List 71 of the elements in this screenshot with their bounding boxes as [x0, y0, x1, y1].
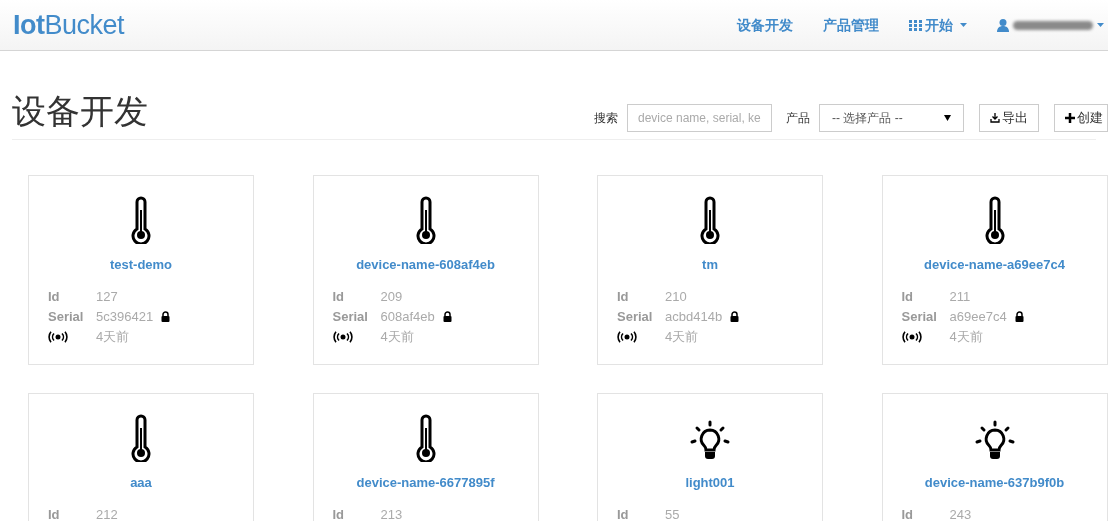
field-label: Id: [332, 287, 346, 306]
last-seen-text: 4天前: [96, 327, 130, 346]
device-name-link[interactable]: test-demo: [109, 255, 173, 275]
field-value: 608af4eb: [380, 307, 435, 326]
device-name-link[interactable]: tm: [702, 255, 718, 275]
create-button[interactable]: 创建: [1054, 104, 1108, 132]
device-name-link[interactable]: aaa: [130, 473, 152, 493]
lightbulb-icon: [974, 420, 1015, 462]
field-label: Id: [48, 287, 61, 306]
signal-icon: [332, 330, 353, 343]
product-label: 产品: [786, 110, 810, 127]
download-icon: [990, 113, 1000, 123]
field-value: 127: [96, 287, 118, 306]
search-field[interactable]: device name, serial, ke: [627, 104, 772, 132]
field-label: Serial: [901, 307, 938, 326]
field-label: Serial: [617, 307, 654, 326]
field-label: Serial: [332, 307, 369, 326]
nav-link[interactable]: 设备开发: [737, 14, 793, 36]
device-name-link[interactable]: device-name-a69ee7c4: [924, 255, 1065, 275]
last-seen-text: 4天前: [380, 327, 414, 346]
signal-icon: [901, 330, 922, 343]
field-value: 211: [949, 287, 971, 306]
dropdown-arrow-icon: [944, 115, 951, 121]
lock-icon: [442, 311, 452, 322]
field-value: 55: [665, 505, 680, 521]
field-value: a69ee7c4: [949, 307, 1007, 326]
field-label: Id: [617, 287, 630, 306]
last-seen-text: 4天前: [665, 327, 699, 346]
device-name-link[interactable]: device-name-637b9f0b: [924, 473, 1065, 493]
thermometer-icon: [414, 196, 437, 244]
grid-icon: [909, 19, 922, 31]
brand-logo[interactable]: IotBucket: [13, 4, 125, 46]
device-name-link[interactable]: device-name-608af4eb: [356, 255, 495, 275]
device-name-link[interactable]: device-name-6677895f: [356, 473, 495, 493]
lightbulb-icon: [690, 420, 730, 462]
thermometer-icon: [130, 414, 152, 462]
caret-icon: [960, 23, 967, 27]
caret-icon: [1097, 23, 1104, 27]
field-value: 5c396421: [96, 307, 154, 326]
export-button[interactable]: 导出: [979, 104, 1039, 132]
start-menu[interactable]: 开始: [909, 14, 967, 36]
page-title: 设备开发: [12, 91, 148, 132]
search-label: 搜索: [594, 110, 618, 127]
thermometer-icon: [699, 196, 721, 244]
user-icon: [997, 18, 1009, 32]
field-label: Id: [901, 505, 915, 521]
field-label: Id: [617, 505, 630, 521]
thermometer-icon: [414, 414, 437, 462]
signal-icon: [48, 330, 68, 343]
lock-icon: [1014, 311, 1024, 322]
field-label: Id: [332, 505, 346, 521]
user-menu[interactable]: [997, 18, 1104, 32]
lock-icon: [730, 311, 740, 322]
signal-icon: [617, 330, 637, 343]
product-select[interactable]: -- 选择产品 --: [819, 104, 964, 132]
field-value: 209: [380, 287, 403, 306]
thermometer-icon: [130, 196, 152, 244]
field-value: 212: [96, 505, 118, 521]
device-name-link[interactable]: light001: [685, 473, 735, 493]
field-value: acbd414b: [665, 307, 723, 326]
nav-link[interactable]: 产品管理: [823, 14, 879, 36]
field-value: 213: [380, 505, 403, 521]
thermometer-icon: [983, 196, 1006, 244]
field-value: 210: [665, 287, 687, 306]
last-seen-text: 4天前: [949, 327, 983, 346]
lock-icon: [161, 311, 171, 322]
field-label: Serial: [48, 307, 85, 326]
field-label: Id: [48, 505, 61, 521]
field-label: Id: [901, 287, 915, 306]
field-value: 243: [949, 505, 972, 521]
plus-icon: [1065, 113, 1075, 123]
